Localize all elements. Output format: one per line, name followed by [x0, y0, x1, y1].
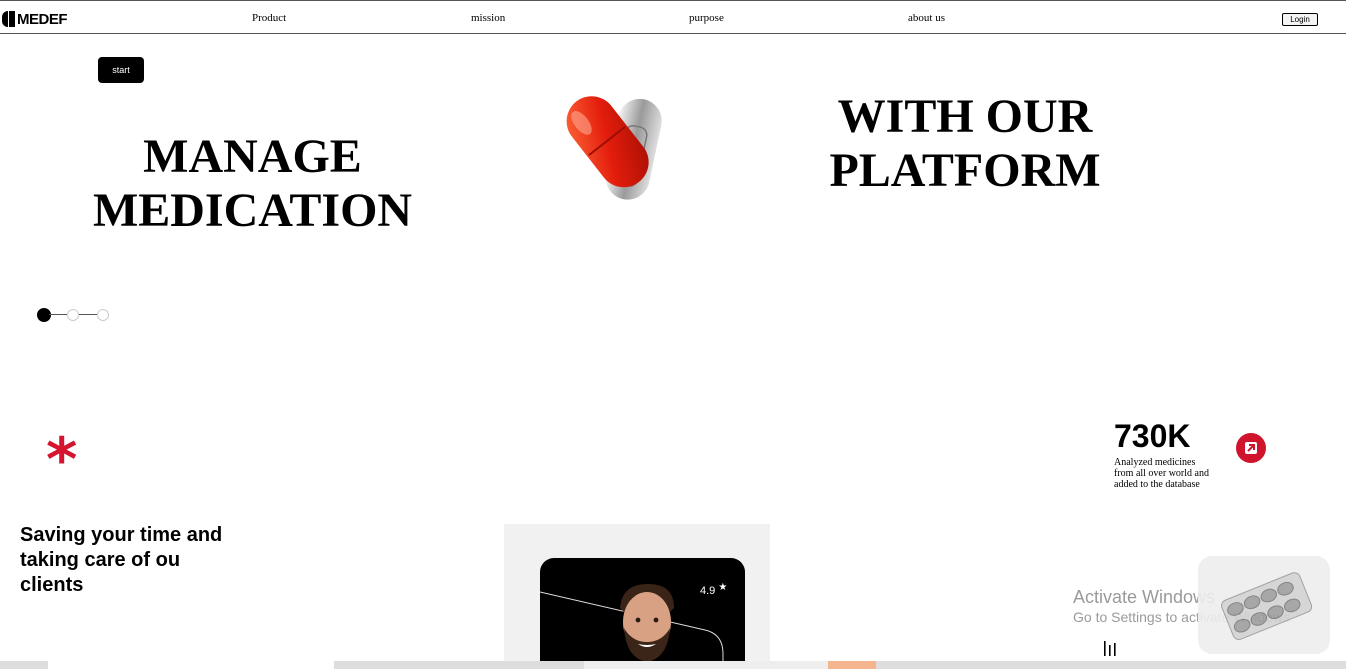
start-button[interactable]: start — [98, 57, 144, 83]
nav-link-product[interactable]: Product — [252, 12, 286, 24]
tagline: Saving your time and taking care of ou c… — [20, 524, 223, 596]
slide-connector — [49, 314, 69, 315]
slide-dot-1[interactable] — [37, 308, 51, 322]
stat-description: Analyzed medicines from all over world a… — [1114, 457, 1209, 490]
taskbar-strip — [0, 661, 1346, 669]
asterisk-icon: * — [46, 425, 78, 495]
nav-link-purpose[interactable]: purpose — [689, 12, 724, 24]
headline-left: MANAGE MEDICATION — [92, 130, 413, 237]
doctor-card[interactable]: 4.9 ★ — [540, 558, 745, 669]
logo-mark-icon — [2, 11, 15, 27]
doctor-card-panel: 4.9 ★ — [504, 524, 770, 669]
taskbar-window[interactable] — [48, 661, 334, 669]
star-icon: ★ — [718, 582, 728, 593]
slide-dot-2[interactable] — [67, 309, 79, 321]
taskbar-window[interactable] — [584, 661, 828, 669]
stat-value: 730K — [1114, 418, 1191, 454]
headline-right: WITH OUR PLATFORM — [829, 90, 1101, 197]
login-button[interactable]: Login — [1282, 13, 1318, 26]
nav-link-about-us[interactable]: about us — [908, 12, 945, 24]
audio-bars-icon[interactable] — [1103, 638, 1117, 656]
doctor-avatar — [620, 584, 674, 662]
slide-dot-3[interactable] — [97, 309, 109, 321]
top-navbar: MEDEF Product mission purpose about us L… — [0, 0, 1346, 34]
taskbar-window[interactable] — [828, 661, 876, 669]
slide-indicator — [37, 307, 109, 322]
brand-name: MEDEF — [17, 10, 68, 28]
arrow-up-right-icon — [1245, 442, 1257, 454]
pill-capsule-image — [566, 96, 662, 200]
rating-value: 4.9 — [700, 585, 716, 597]
stat-arrow-button[interactable] — [1236, 433, 1266, 463]
brand-logo[interactable]: MEDEF — [2, 10, 68, 28]
pill-blister-image — [1198, 556, 1330, 654]
doctor-rating: 4.9 ★ — [700, 582, 727, 597]
nav-link-mission[interactable]: mission — [471, 12, 505, 24]
